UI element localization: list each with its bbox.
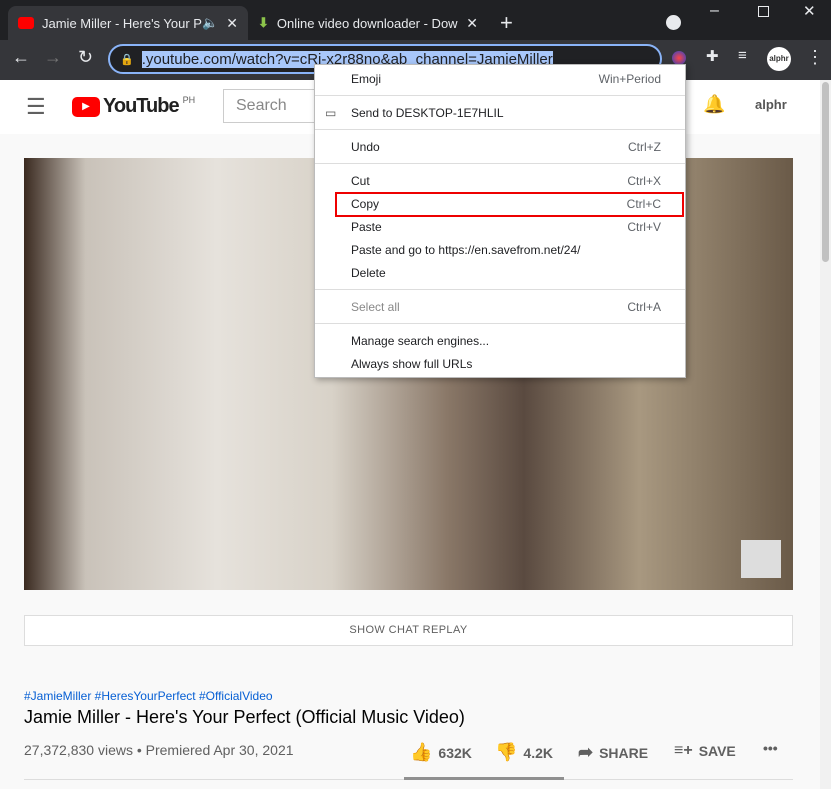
- close-window-button[interactable]: ✕: [803, 2, 816, 20]
- menu-item-cut[interactable]: Cut Ctrl+X: [315, 170, 685, 192]
- like-button[interactable]: 👍 632K: [410, 742, 472, 763]
- minimize-button[interactable]: –: [710, 2, 719, 20]
- back-icon[interactable]: ←: [12, 47, 30, 68]
- menu-item-show-full-urls[interactable]: Always show full URLs: [315, 353, 685, 375]
- share-button[interactable]: ➦ SHARE: [578, 742, 648, 763]
- menu-item-paste-and-go[interactable]: Paste and go to https://en.savefrom.net/…: [315, 239, 685, 261]
- like-count: 632K: [438, 744, 472, 761]
- reload-icon[interactable]: ↻: [78, 47, 93, 68]
- thumbs-down-icon: 👎: [495, 742, 518, 762]
- dislike-count: 4.2K: [523, 744, 553, 761]
- playlist-add-icon: ≡+: [674, 742, 693, 759]
- youtube-logo[interactable]: ▶ YouTube PH: [72, 95, 195, 118]
- menu-item-send-to-device[interactable]: ▭ Send to DESKTOP-1E7HLIL: [315, 102, 685, 124]
- thumbs-up-icon: 👍: [410, 742, 433, 762]
- hashtags[interactable]: #JamieMiller #HeresYourPerfect #Official…: [24, 689, 273, 703]
- tab-title: Online video downloader - Download: [276, 15, 458, 31]
- menu-item-emoji[interactable]: Emoji Win+Period: [315, 68, 685, 90]
- share-icon: ➦: [578, 742, 594, 762]
- tab-youtube[interactable]: Jamie Miller - Here's Your Perfect 🔈 ✕: [8, 6, 248, 40]
- copy-highlight-box: [335, 192, 684, 217]
- like-ratio-bar: [404, 777, 564, 780]
- share-label: SHARE: [599, 744, 649, 761]
- menu-item-undo[interactable]: Undo Ctrl+Z: [315, 136, 685, 158]
- save-label: SAVE: [698, 743, 736, 759]
- more-actions-icon[interactable]: •••: [763, 740, 778, 756]
- profile-avatar[interactable]: alphr: [767, 47, 791, 71]
- region-label: PH: [182, 95, 196, 105]
- account-logo[interactable]: alphr: [755, 97, 787, 112]
- video-meta: 27,372,830 views • Premiered Apr 30, 202…: [24, 742, 294, 758]
- search-input[interactable]: Search: [223, 89, 323, 123]
- devices-icon: ▭: [325, 106, 337, 120]
- menu-item-paste[interactable]: Paste Ctrl+V: [315, 216, 685, 238]
- close-tab-icon[interactable]: ✕: [466, 15, 478, 32]
- tab-downloader[interactable]: ⬇ Online video downloader - Download ✕: [248, 6, 488, 40]
- menu-item-select-all[interactable]: Select all Ctrl+A: [315, 296, 685, 318]
- menu-item-manage-search-engines[interactable]: Manage search engines...: [315, 330, 685, 352]
- speaker-icon[interactable]: 🔈: [202, 15, 218, 31]
- video-title: Jamie Miller - Here's Your Perfect (Offi…: [24, 707, 465, 727]
- logo-text: YouTube: [103, 95, 180, 117]
- scrollbar-thumb[interactable]: [822, 82, 829, 262]
- media-icon[interactable]: ≡: [738, 47, 747, 64]
- maximize-button[interactable]: [758, 6, 769, 17]
- bell-icon[interactable]: 🔔: [703, 94, 725, 115]
- download-arrow-icon: ⬇: [258, 15, 269, 30]
- menu-item-delete[interactable]: Delete: [315, 262, 685, 284]
- new-tab-button[interactable]: +: [500, 10, 513, 36]
- tab-title: Jamie Miller - Here's Your Perfect: [42, 15, 202, 31]
- channel-watermark[interactable]: [741, 540, 781, 578]
- hamburger-icon[interactable]: ☰: [26, 94, 46, 120]
- tab-search-icon[interactable]: [666, 15, 681, 30]
- dislike-button[interactable]: 👎 4.2K: [495, 742, 553, 763]
- play-icon: ▶: [72, 96, 100, 117]
- forward-icon[interactable]: →: [44, 47, 62, 68]
- lock-icon: 🔒: [120, 53, 134, 66]
- youtube-icon: [18, 17, 34, 29]
- extension-icon[interactable]: [672, 51, 686, 65]
- puzzle-icon[interactable]: ✚: [706, 47, 719, 65]
- menu-dots-icon[interactable]: ⋮: [806, 47, 824, 68]
- show-chat-replay-button[interactable]: SHOW CHAT REPLAY: [24, 615, 793, 646]
- context-menu: Emoji Win+Period ▭ Send to DESKTOP-1E7HLIL…: [314, 64, 686, 378]
- save-button[interactable]: ≡+ SAVE: [674, 742, 736, 760]
- close-tab-icon[interactable]: ✕: [226, 15, 238, 32]
